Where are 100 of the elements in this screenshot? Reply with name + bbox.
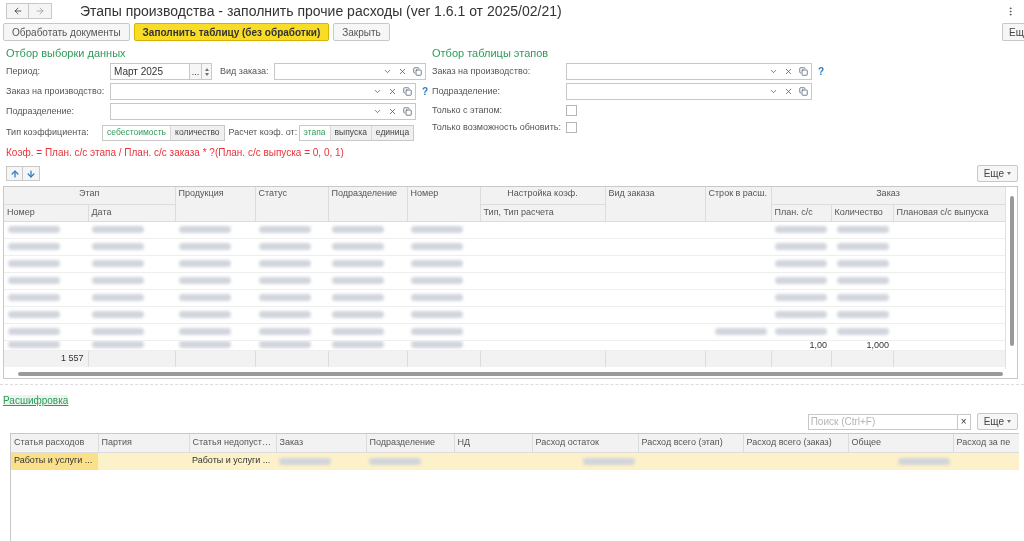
toggle-option[interactable]: выпуска <box>330 125 372 140</box>
blurred-text <box>92 260 144 267</box>
open-icon[interactable] <box>413 67 422 76</box>
blurred-text <box>8 294 60 301</box>
help-mark[interactable]: ? <box>818 64 825 79</box>
clear-icon[interactable] <box>398 67 407 76</box>
column-header[interactable]: Продукция <box>175 187 255 221</box>
blurred-text <box>411 294 463 301</box>
vertical-scrollbar[interactable] <box>1005 187 1017 369</box>
field-label: Только возможность обновить: <box>432 120 562 134</box>
dropdown-icon[interactable] <box>769 87 778 96</box>
blurred-text <box>279 457 331 465</box>
back-icon <box>12 6 23 16</box>
blurred-text <box>775 243 827 250</box>
column-header[interactable]: Статья расходов <box>11 434 98 452</box>
clear-icon[interactable] <box>784 87 793 96</box>
column-header[interactable]: Расход за пе <box>953 434 1019 452</box>
column-header[interactable]: Подразделение <box>366 434 454 452</box>
blurred-text <box>259 340 311 348</box>
blurred-text <box>837 277 889 284</box>
column-header[interactable]: Расход всего (этап) <box>638 434 743 452</box>
blurred-text <box>332 277 384 284</box>
field-label: Заказ на производство: <box>432 64 532 78</box>
open-icon[interactable] <box>403 87 412 96</box>
select-field[interactable] <box>566 63 812 80</box>
blurred-text <box>259 277 311 284</box>
column-header[interactable]: Статья недопуст… <box>189 434 276 452</box>
column-header[interactable]: Строк в расш. <box>705 187 771 221</box>
blurred-text <box>179 226 231 233</box>
toggle-option[interactable]: количество <box>171 125 224 140</box>
blurred-text <box>259 226 311 233</box>
blurred-text <box>837 226 889 233</box>
column-header[interactable]: НД <box>454 434 532 452</box>
select-field[interactable] <box>566 83 812 100</box>
blurred-text <box>332 311 384 318</box>
column-header[interactable]: Партия <box>98 434 189 452</box>
dropdown-icon[interactable] <box>373 107 382 116</box>
toggle-option[interactable]: единица <box>371 125 414 140</box>
column-header[interactable]: Подразделение <box>328 187 407 221</box>
blurred-text <box>8 243 60 250</box>
blurred-text <box>92 226 144 233</box>
blurred-text <box>898 457 950 465</box>
clear-search-button[interactable]: × <box>956 414 970 429</box>
blurred-text <box>8 277 60 284</box>
column-header[interactable]: Расход остаток <box>532 434 638 452</box>
column-header[interactable]: Общее <box>848 434 953 452</box>
column-header[interactable]: Вид заказа <box>605 187 705 221</box>
more-button[interactable]: Еще <box>976 413 1018 430</box>
dropdown-icon[interactable] <box>373 87 382 96</box>
spin-control[interactable] <box>202 63 212 80</box>
blurred-text <box>775 294 827 301</box>
blurred-text <box>179 311 231 318</box>
open-icon[interactable] <box>799 87 808 96</box>
choose-button[interactable]: ... <box>190 63 202 80</box>
column-header[interactable]: Этап <box>4 187 175 204</box>
clear-icon[interactable] <box>388 107 397 116</box>
toolbar-button[interactable]: Заполнить таблицу (без обработки) <box>133 23 330 41</box>
arrow-up-icon <box>9 168 20 179</box>
column-header[interactable]: Настройка коэф. <box>480 187 605 204</box>
select-field[interactable] <box>274 63 426 80</box>
period-field[interactable]: Март 2025 <box>110 63 190 80</box>
section-title: Отбор таблицы этапов <box>432 46 550 60</box>
blurred-text <box>837 328 889 335</box>
blurred-text <box>179 260 231 267</box>
toolbar-button[interactable]: Закрыть <box>333 23 390 41</box>
blurred-text <box>411 226 463 233</box>
more-button[interactable]: Еще <box>976 165 1018 182</box>
column-header[interactable]: Номер <box>407 187 480 221</box>
blurred-text <box>411 311 463 318</box>
blurred-text <box>332 328 384 335</box>
dropdown-icon[interactable] <box>769 67 778 76</box>
more-button[interactable]: Ещ <box>1002 23 1024 41</box>
blurred-text <box>369 457 421 465</box>
blurred-text <box>259 243 311 250</box>
checkbox[interactable] <box>566 105 577 116</box>
column-header[interactable]: Заказ <box>276 434 366 452</box>
blurred-text <box>92 311 144 318</box>
forward-icon <box>35 6 45 16</box>
column-header[interactable]: Статус <box>255 187 328 221</box>
search-field[interactable]: Поиск (Ctrl+F) × <box>807 413 971 430</box>
clear-icon[interactable] <box>784 67 793 76</box>
select-field[interactable] <box>110 103 416 120</box>
dropdown-icon[interactable] <box>383 67 392 76</box>
column-header[interactable]: Расход всего (заказ) <box>743 434 848 452</box>
column-header[interactable]: Заказ <box>771 187 1005 204</box>
blurred-text <box>775 311 827 318</box>
blurred-text <box>8 311 60 318</box>
select-field[interactable] <box>110 83 416 100</box>
blurred-text <box>715 328 767 335</box>
checkbox[interactable] <box>566 122 577 133</box>
blurred-text <box>259 294 311 301</box>
clear-icon[interactable] <box>388 87 397 96</box>
toolbar-button[interactable]: Обработать документы <box>3 23 130 41</box>
blurred-text <box>775 328 827 335</box>
field-label: Подразделение: <box>6 104 76 118</box>
open-icon[interactable] <box>799 67 808 76</box>
blurred-text <box>8 260 60 267</box>
blurred-text <box>8 340 60 348</box>
help-mark[interactable]: ? <box>422 84 429 99</box>
open-icon[interactable] <box>403 107 412 116</box>
